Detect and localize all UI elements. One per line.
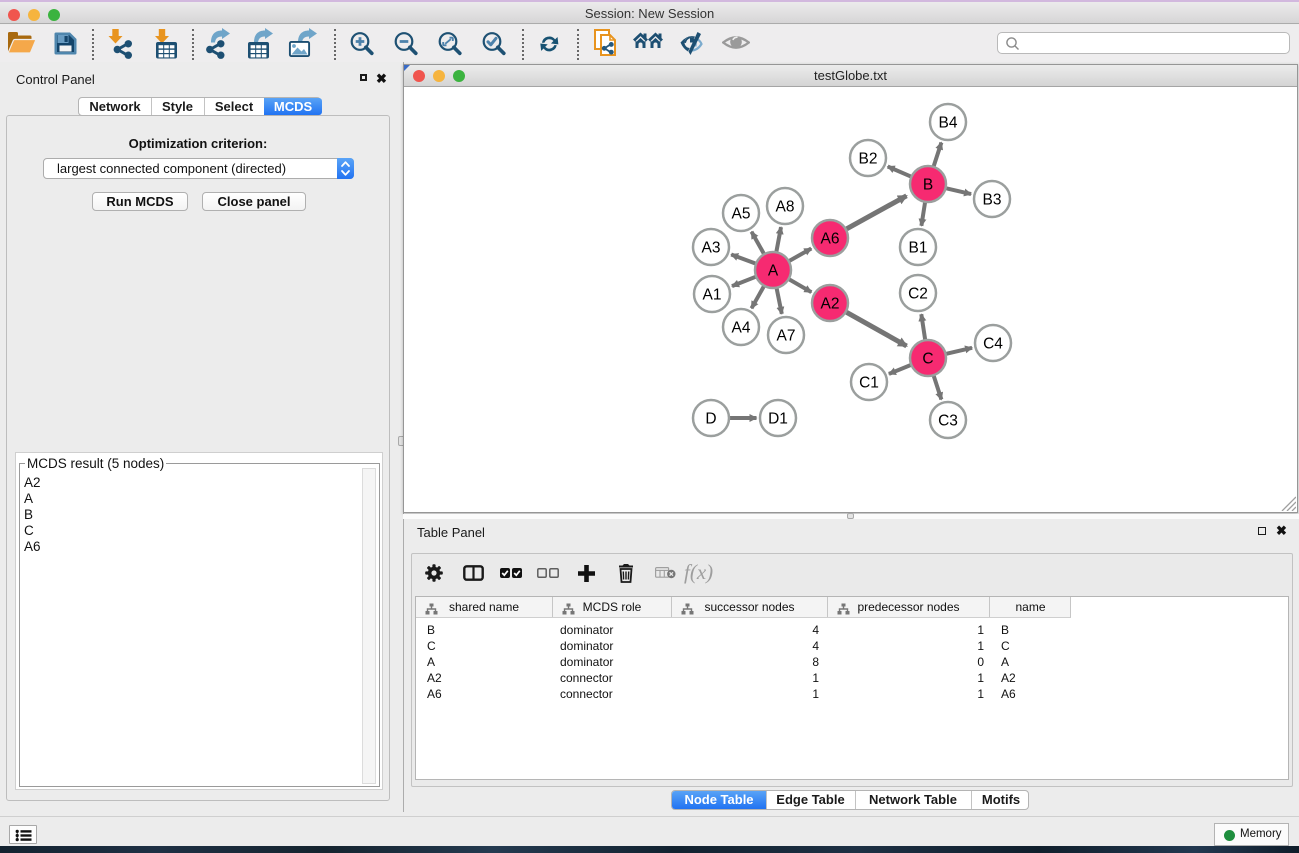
svg-text:D1: D1 [768, 411, 788, 428]
svg-text:A5: A5 [732, 206, 751, 223]
svg-text:A2: A2 [821, 296, 840, 313]
svg-text:A8: A8 [776, 199, 795, 216]
svg-text:C1: C1 [859, 375, 879, 392]
svg-text:C4: C4 [983, 336, 1003, 353]
svg-text:A3: A3 [702, 240, 721, 257]
svg-text:A7: A7 [777, 328, 796, 345]
svg-text:B: B [923, 177, 933, 194]
svg-text:A4: A4 [732, 320, 751, 337]
svg-text:D: D [705, 411, 716, 428]
svg-text:C2: C2 [908, 286, 928, 303]
svg-text:C3: C3 [938, 413, 958, 430]
svg-text:B4: B4 [939, 115, 958, 132]
svg-text:A1: A1 [703, 287, 722, 304]
svg-text:B2: B2 [859, 151, 878, 168]
svg-text:A6: A6 [821, 231, 840, 248]
svg-text:C: C [922, 351, 933, 368]
svg-text:B3: B3 [983, 192, 1002, 209]
svg-text:B1: B1 [909, 240, 928, 257]
svg-text:f(x): f(x) [684, 560, 713, 584]
svg-text:A: A [768, 263, 779, 280]
